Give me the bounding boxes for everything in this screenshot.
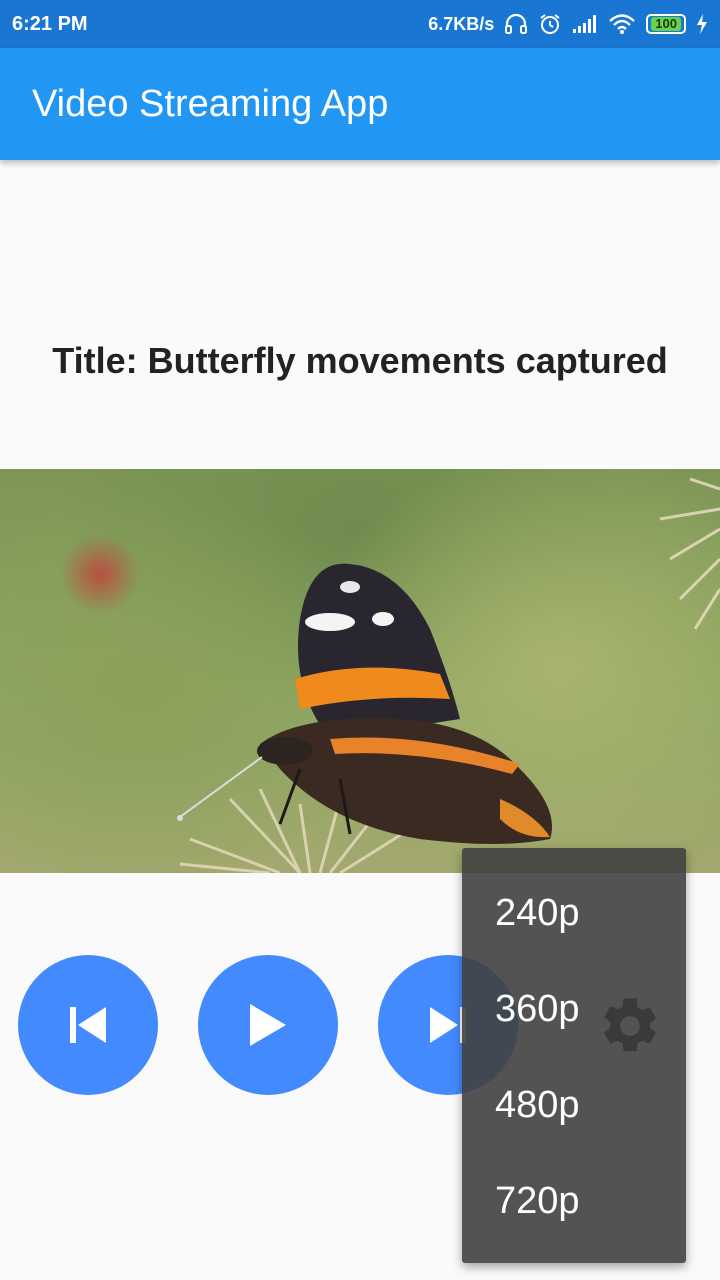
battery-level: 100 bbox=[651, 17, 681, 31]
alarm-icon bbox=[538, 12, 562, 36]
skip-previous-button[interactable] bbox=[18, 955, 158, 1095]
charging-icon bbox=[696, 14, 708, 34]
play-icon bbox=[250, 1004, 286, 1046]
status-indicators: 6.7KB/s 100 bbox=[428, 12, 708, 36]
play-button[interactable] bbox=[198, 955, 338, 1095]
status-time: 6:21 PM bbox=[12, 12, 88, 35]
skip-previous-icon bbox=[70, 1007, 106, 1043]
app-title: Video Streaming App bbox=[32, 82, 389, 125]
quality-option-720p[interactable]: 720p bbox=[462, 1154, 686, 1250]
app-bar: Video Streaming App bbox=[0, 48, 720, 160]
quality-option-360p[interactable]: 360p bbox=[462, 962, 686, 1058]
status-bar: 6:21 PM 6.7KB/s 100 bbox=[0, 0, 720, 48]
quality-option-240p[interactable]: 240p bbox=[462, 866, 686, 962]
video-title: Title: Butterfly movements captured bbox=[52, 340, 668, 381]
battery-icon: 100 bbox=[646, 14, 686, 34]
quality-option-480p[interactable]: 480p bbox=[462, 1058, 686, 1154]
video-player[interactable] bbox=[0, 469, 720, 873]
quality-menu: 240p 360p 480p 720p bbox=[462, 848, 686, 1263]
headphones-icon bbox=[504, 13, 528, 35]
signal-icon bbox=[572, 14, 598, 34]
video-frame-image bbox=[177, 477, 720, 873]
wifi-icon bbox=[608, 13, 636, 35]
network-speed: 6.7KB/s bbox=[428, 13, 495, 34]
